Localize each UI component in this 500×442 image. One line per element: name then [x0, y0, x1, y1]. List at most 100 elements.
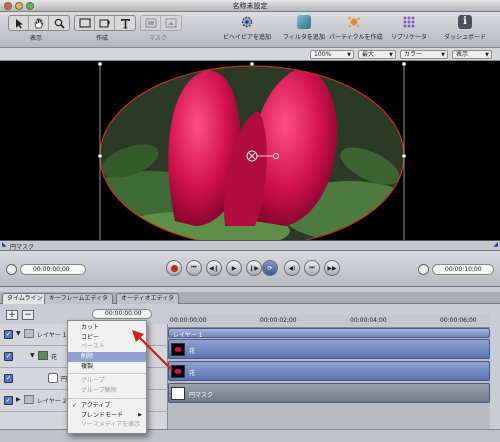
play-icon: ▶: [231, 264, 237, 272]
timeline-timecode-field[interactable]: 00:00:00;00: [92, 309, 152, 319]
mini-timeline-label: 円マスク: [10, 244, 35, 251]
end-timecode-field[interactable]: 00:00:10;00: [432, 264, 494, 275]
mask-group-label: マスク: [149, 35, 168, 42]
start-time-icon: [6, 264, 17, 275]
tab-timeline[interactable]: タイムライン: [2, 293, 48, 304]
window-title-bar: 名称未設定: [0, 0, 500, 12]
ruler-tick-label: 00:00:06;00: [440, 317, 477, 324]
chevron-down-icon: ▼: [347, 52, 351, 58]
rectangle-tool-button[interactable]: [75, 16, 95, 30]
skip-forward-button[interactable]: ▶▶: [324, 260, 340, 276]
add-behavior-button[interactable]: ビヘイビアを追加: [222, 14, 272, 46]
view-popup[interactable]: 表示 ▼: [452, 50, 492, 59]
layer-visible-checkbox[interactable]: ✓: [4, 352, 13, 361]
annotation-arrow: [132, 330, 173, 371]
layer-visible-checkbox[interactable]: ✓: [4, 374, 13, 383]
text-tool-button[interactable]: [115, 16, 135, 30]
canvas[interactable]: [0, 61, 500, 247]
add-layer-button[interactable]: +: [6, 310, 18, 320]
canvas-image: [97, 61, 407, 247]
rectangle-mask-button[interactable]: [141, 16, 161, 30]
image-layer-icon: [38, 351, 48, 360]
zoom-window-button[interactable]: [26, 2, 34, 10]
rectangle-icon: [78, 18, 91, 28]
menu-item-active[interactable]: ✓ アクティブ: [68, 401, 146, 411]
tab-keyframe-editor[interactable]: キーフレームエディタ: [44, 293, 114, 304]
menu-item-blend-mode[interactable]: ブレンドモード ▶: [68, 411, 146, 421]
menu-item-active-label: アクティブ: [81, 401, 111, 409]
add-filter-label: フィルタを追加: [283, 34, 325, 41]
bezier-tool-button[interactable]: [95, 16, 115, 30]
ruler-tick-label: 00:00:02;00: [260, 317, 297, 324]
skip-forward-icon: ▶▶: [327, 264, 337, 272]
layer-visible-checkbox[interactable]: ✓: [4, 396, 13, 405]
dashboard-button[interactable]: i ダッシュボード: [440, 14, 490, 46]
disclosure-triangle-icon[interactable]: ▼: [30, 352, 35, 359]
quality-popup[interactable]: 最大 ▼: [358, 50, 396, 59]
timeline-bars: レイヤー 1 花 花 円マスク: [168, 328, 490, 442]
in-marker-icon[interactable]: ◣: [2, 241, 7, 248]
menu-item-show-source: ソースメディアを表示: [81, 421, 141, 429]
menu-item-group: グループ: [81, 377, 105, 385]
play-button[interactable]: ▶: [226, 260, 242, 276]
checkmark-icon: ✓: [72, 401, 78, 409]
make-particles-button[interactable]: パーティクルを作成: [329, 14, 382, 46]
replicator-label: リプリケータ: [390, 34, 427, 41]
add-filter-button[interactable]: フィルタを追加: [279, 14, 329, 46]
layer-visible-checkbox[interactable]: ✓: [4, 330, 13, 339]
bar-label: 花: [189, 370, 196, 377]
replicator-button[interactable]: リプリケータ: [384, 14, 434, 46]
bezier-mask-button[interactable]: [161, 16, 181, 30]
disclosure-triangle-icon[interactable]: ▼: [16, 330, 21, 337]
ruler-tick-label: 00:00:04;00: [350, 317, 387, 324]
record-button[interactable]: [166, 260, 182, 276]
add-behavior-label: ビヘイビアを追加: [222, 34, 271, 41]
mask-bar[interactable]: 円マスク: [168, 383, 490, 403]
layer-bar[interactable]: 花: [168, 361, 490, 381]
layer-bar[interactable]: レイヤー 1: [168, 328, 490, 339]
zoom-popup[interactable]: 100% ▼: [310, 50, 354, 59]
audio-button[interactable]: ◀): [284, 260, 300, 276]
view-tool-group: [8, 15, 70, 31]
start-timecode: 00:00:00;00: [33, 266, 70, 273]
end-timecode: 00:00:10;00: [445, 266, 482, 273]
next-frame-button[interactable]: ❙▶: [246, 260, 262, 276]
layer-name: レイヤー 2: [37, 398, 67, 405]
pan-tool-button[interactable]: [29, 16, 49, 30]
go-to-start-button[interactable]: ⏮: [186, 260, 202, 276]
chevron-down-icon: ▼: [441, 52, 445, 58]
start-timecode-field[interactable]: 00:00:00;00: [20, 264, 86, 275]
canvas-view-bar: 100% ▼ 最大 ▼ カラー ▼ 表示 ▼: [0, 48, 500, 61]
main-toolbar: 表示 作成 マスク ビヘイビアを追加 フィルタを追加 パーティクルを作成 リプリ…: [0, 12, 500, 48]
menu-item-ungroup: グループ解除: [81, 387, 117, 395]
record-icon: [170, 264, 178, 272]
transport-controls: 00:00:00;00 ⏮ ◀❙ ▶ ❙▶ ⟳ ◀) ⏭ ▶▶ 00:00:10…: [0, 251, 500, 287]
out-marker-icon[interactable]: ◢: [493, 241, 498, 248]
zoom-tool-button[interactable]: [49, 16, 69, 30]
gear-icon: [240, 15, 254, 29]
rect-mask-icon: [145, 18, 156, 28]
replicator-icon: [402, 15, 416, 29]
channel-popup[interactable]: カラー ▼: [400, 50, 448, 59]
layer-bar[interactable]: 花: [168, 339, 490, 359]
mask-thumbnail: [171, 387, 185, 400]
tab-audio-editor[interactable]: オーディオエディタ: [116, 293, 180, 304]
loop-button[interactable]: ⟳: [262, 260, 278, 276]
go-to-end-button[interactable]: ⏭: [304, 260, 320, 276]
filter-icon: [297, 15, 311, 29]
mini-timeline[interactable]: 円マスク ◣ ◢: [0, 240, 500, 251]
previous-frame-button[interactable]: ◀❙: [206, 260, 222, 276]
time-ruler[interactable]: 00:00:00;00 00:00:02;00 00:00:04;00 00:0…: [168, 315, 490, 328]
close-window-button[interactable]: [4, 2, 12, 10]
timeline-timecode: 00:00:00;00: [105, 310, 142, 317]
minimize-window-button[interactable]: [15, 2, 23, 10]
remove-layer-button[interactable]: −: [22, 310, 34, 320]
view-group-label: 表示: [30, 35, 43, 42]
layer-stack-icon: [24, 395, 34, 404]
dashboard-label: ダッシュボード: [443, 34, 486, 41]
select-tool-button[interactable]: [9, 16, 29, 30]
zoom-value: 100%: [314, 51, 332, 58]
disclosure-triangle-icon[interactable]: ▶: [16, 396, 21, 403]
window-title: 名称未設定: [232, 2, 268, 10]
magnifier-icon: [54, 18, 65, 29]
